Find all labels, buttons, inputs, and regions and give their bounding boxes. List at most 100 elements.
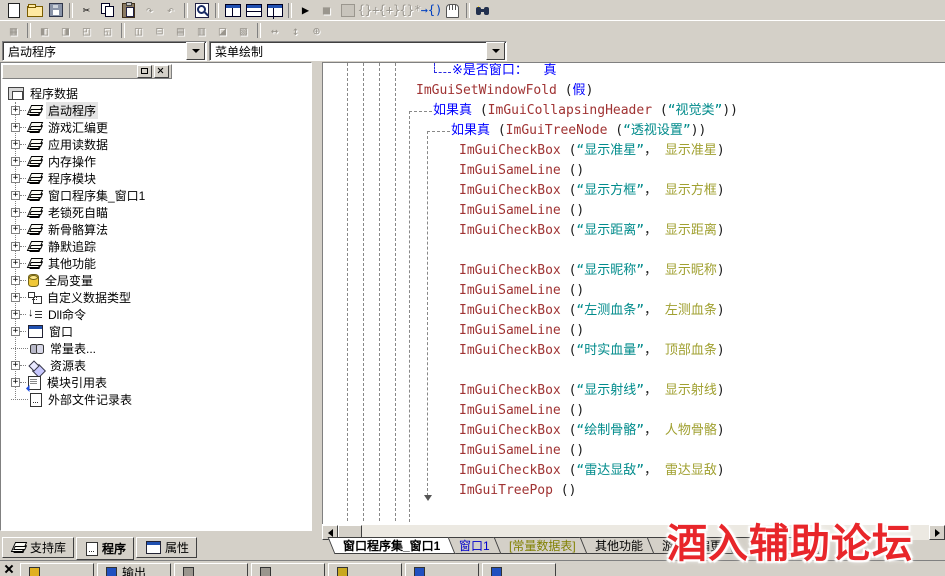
tree-item[interactable]: +应用读数据 bbox=[11, 136, 110, 153]
expand-toggle-icon[interactable]: + bbox=[11, 174, 20, 183]
copy-button[interactable] bbox=[97, 1, 118, 19]
output-tab[interactable] bbox=[405, 563, 479, 576]
expand-toggle-icon[interactable]: + bbox=[11, 361, 20, 370]
expand-toggle-icon[interactable]: + bbox=[11, 310, 20, 319]
tree-item-label: 外部文件记录表 bbox=[46, 391, 134, 408]
tree-item[interactable]: 程序数据 bbox=[6, 85, 80, 102]
new-file-button[interactable] bbox=[3, 1, 24, 19]
expand-toggle-icon[interactable]: + bbox=[11, 157, 20, 166]
code-line[interactable]: ImGuiCheckBox (“雷达显敌”， 雷达显敌) bbox=[459, 461, 725, 481]
editor-tab[interactable] bbox=[766, 537, 819, 554]
search-in-project-button[interactable] bbox=[473, 1, 494, 19]
tree-item[interactable]: +模块引用表 bbox=[11, 374, 109, 391]
code-line[interactable]: ImGuiSameLine () bbox=[459, 201, 584, 221]
close-output-button[interactable] bbox=[3, 563, 15, 575]
code-line[interactable]: ImGuiSameLine () bbox=[459, 401, 584, 421]
code-line[interactable]: ImGuiCheckBox (“显示昵称”， 显示昵称) bbox=[459, 261, 725, 281]
tree-item[interactable]: +资源表 bbox=[11, 357, 88, 374]
paste-icon bbox=[122, 3, 135, 18]
tree-item[interactable]: +游戏汇编更 bbox=[11, 119, 110, 136]
program-data-tree[interactable]: 程序数据+启动程序+游戏汇编更+应用读数据+内存操作+程序模块+窗口程序集_窗口… bbox=[3, 81, 309, 528]
editor-tab[interactable]: 游戏汇编更 bbox=[646, 537, 737, 554]
hand-button[interactable] bbox=[442, 1, 463, 19]
code-line[interactable]: ImGuiSameLine () bbox=[459, 441, 584, 461]
subroutine-combo[interactable]: 菜单绘制 bbox=[209, 41, 507, 61]
tree-item[interactable]: +内存操作 bbox=[11, 153, 98, 170]
code-line[interactable]: ※是否窗口： 真 bbox=[452, 62, 557, 81]
save-button[interactable] bbox=[45, 1, 66, 19]
expand-toggle-icon[interactable]: + bbox=[11, 293, 20, 302]
tree-item[interactable]: +Dll命令 bbox=[11, 306, 88, 323]
tree-item[interactable]: +自定义数据类型 bbox=[11, 289, 133, 306]
code-token: ( bbox=[561, 383, 577, 398]
tree-item[interactable]: +老锁死自瞄 bbox=[11, 204, 110, 221]
expand-toggle-icon[interactable]: + bbox=[11, 327, 20, 336]
code-line[interactable]: ImGuiSameLine () bbox=[459, 161, 584, 181]
code-line[interactable]: ImGuiCheckBox (“绘制骨骼”， 人物骨骼) bbox=[459, 421, 725, 441]
expand-toggle-icon[interactable]: + bbox=[11, 378, 20, 387]
tree-item[interactable]: 常量表... bbox=[11, 340, 98, 357]
open-file-button[interactable] bbox=[24, 1, 45, 19]
expand-toggle-icon[interactable]: + bbox=[11, 225, 20, 234]
editor-tab[interactable]: [常量数据表] bbox=[494, 537, 592, 554]
expand-toggle-icon[interactable]: + bbox=[11, 106, 20, 115]
editor-tab[interactable]: 窗口程序集_窗口1 bbox=[328, 537, 456, 554]
close-panel-button[interactable] bbox=[154, 65, 169, 78]
code-line[interactable]: ImGuiCheckBox (“显示距离”， 显示距离) bbox=[459, 221, 725, 241]
tree-item[interactable]: +程序模块 bbox=[11, 170, 98, 187]
output-tab[interactable]: 输出 bbox=[97, 563, 171, 576]
code-line[interactable]: ImGuiCheckBox (“显示方框”， 显示方框) bbox=[459, 181, 725, 201]
split-horizontal-button[interactable] bbox=[243, 1, 264, 19]
combo-dropdown-button[interactable] bbox=[486, 42, 505, 60]
find-button[interactable] bbox=[191, 1, 212, 19]
code-line[interactable]: 如果真 (ImGuiTreeNode (“透视设置”)) bbox=[451, 121, 706, 141]
tree-item[interactable]: +其他功能 bbox=[11, 255, 98, 272]
code-line[interactable]: ImGuiCheckBox (“左测血条”， 左测血条) bbox=[459, 301, 725, 321]
code-token: 如果真 bbox=[451, 123, 490, 138]
restore-panel-button[interactable] bbox=[137, 65, 152, 78]
output-tab[interactable] bbox=[20, 563, 94, 576]
workspace-tab-item[interactable]: 支持库 bbox=[2, 537, 74, 558]
code-line[interactable]: ImGuiCheckBox (“显示准星”， 显示准星) bbox=[459, 141, 725, 161]
workspace-panel-header[interactable] bbox=[2, 64, 172, 79]
tree-item[interactable]: +窗口程序集_窗口1 bbox=[11, 187, 147, 204]
split-vertical-button[interactable] bbox=[222, 1, 243, 19]
code-line[interactable]: ImGuiCheckBox (“显示射线”， 显示射线) bbox=[459, 381, 725, 401]
tree-item[interactable]: +新骨骼算法 bbox=[11, 221, 110, 238]
code-line[interactable]: ImGuiSameLine () bbox=[459, 281, 584, 301]
expand-toggle-icon[interactable]: + bbox=[11, 140, 20, 149]
tree-item[interactable]: 外部文件记录表 bbox=[11, 391, 134, 408]
expand-toggle-icon[interactable]: + bbox=[11, 123, 20, 132]
tree-item[interactable]: +启动程序 bbox=[11, 102, 98, 119]
combo-dropdown-button[interactable] bbox=[186, 42, 205, 60]
paste-button[interactable] bbox=[118, 1, 139, 19]
expand-toggle-icon[interactable]: + bbox=[11, 276, 20, 285]
code-editor[interactable]: ※是否窗口： 真ImGuiSetWindowFold (假)如果真 (ImGui… bbox=[322, 62, 945, 524]
code-line[interactable]: ImGuiTreePop () bbox=[459, 481, 576, 501]
expand-toggle-icon[interactable]: + bbox=[11, 242, 20, 251]
output-tab[interactable] bbox=[174, 563, 248, 576]
output-tab[interactable] bbox=[251, 563, 325, 576]
expand-toggle-icon[interactable]: + bbox=[11, 259, 20, 268]
cut-button[interactable]: ✂ bbox=[76, 1, 97, 19]
code-line[interactable]: ImGuiSameLine () bbox=[459, 321, 584, 341]
expand-toggle-icon[interactable]: + bbox=[11, 208, 20, 217]
editor-tab[interactable]: 其他功能 bbox=[579, 537, 658, 554]
output-tab[interactable] bbox=[328, 563, 402, 576]
tree-item[interactable]: +静默追踪 bbox=[11, 238, 98, 255]
code-line[interactable]: ImGuiSetWindowFold (假) bbox=[416, 81, 593, 101]
output-tab[interactable] bbox=[482, 563, 556, 576]
tree-item[interactable]: +全局变量 bbox=[11, 272, 95, 289]
code-line[interactable]: 如果真 (ImGuiCollapsingHeader (“视觉类”)) bbox=[433, 101, 738, 121]
code-line[interactable]: ImGuiCheckBox (“时实血量”， 顶部血条) bbox=[459, 341, 725, 361]
split-grid-button[interactable] bbox=[264, 1, 285, 19]
run-button[interactable]: ▶ bbox=[295, 1, 316, 19]
expand-toggle-icon[interactable]: + bbox=[11, 191, 20, 200]
startup-program-combo[interactable]: 启动程序 bbox=[2, 41, 207, 61]
run-to-cursor-button[interactable]: →{) bbox=[421, 1, 442, 19]
workspace-tab-item[interactable]: 属性 bbox=[136, 537, 197, 558]
res-icon bbox=[28, 360, 44, 371]
workspace-tab-active[interactable]: 程序 bbox=[76, 537, 134, 560]
tree-item[interactable]: +窗口 bbox=[11, 323, 75, 340]
panel-splitter[interactable] bbox=[312, 62, 322, 536]
